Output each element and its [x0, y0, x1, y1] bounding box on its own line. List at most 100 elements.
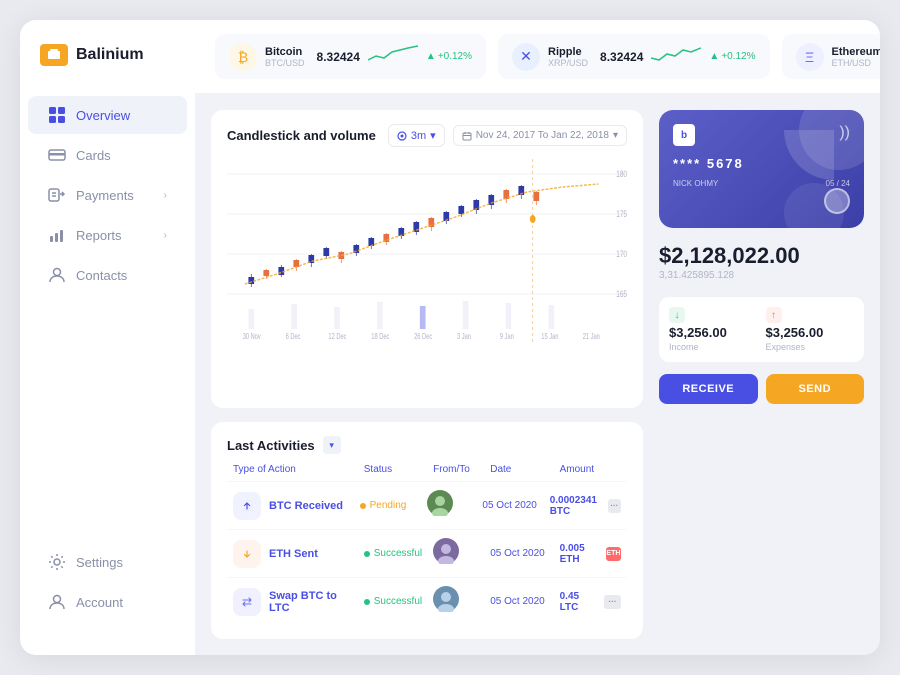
svg-text:12 Dec: 12 Dec	[328, 333, 347, 341]
amount-badge-2: ···	[604, 595, 621, 609]
sidebar-label-payments: Payments	[76, 188, 134, 203]
status-dot-0	[360, 503, 366, 509]
header: ₿ Bitcoin BTC/USD 8.32424 ▲ +0.12% ✕	[195, 20, 880, 94]
activities-header: Last Activities ▾	[227, 436, 627, 454]
status-2: Successful	[364, 596, 425, 607]
credit-card: b )) **** 5678 NICK OHMY 05 / 24	[659, 110, 864, 228]
table-row[interactable]: BTC Received Pending	[227, 481, 627, 529]
status-0: Pending	[360, 500, 419, 511]
btc-price: 8.32424	[317, 50, 360, 64]
fromto-2	[433, 586, 482, 617]
chevron-reports: ›	[164, 230, 167, 241]
nav-menu: Overview Cards Payments ›	[20, 94, 195, 541]
eth-info: Ethereum ETH/USD	[832, 46, 880, 68]
status-1: Successful	[364, 548, 425, 559]
btc-sub: BTC/USD	[265, 58, 305, 68]
amount-badge-1: ETH	[606, 547, 621, 561]
date-0: 05 Oct 2020	[482, 500, 541, 511]
chart-controls: 3m ▾ Nov 24, 2017 To Jan 22, 2018 ▾	[388, 124, 627, 147]
fromto-0	[427, 490, 474, 521]
balance-sub: 3,31.425895.128	[659, 270, 864, 281]
card-deco-3	[784, 130, 834, 180]
sidebar-label-account: Account	[76, 595, 123, 610]
table-row[interactable]: Swap BTC to LTC Successful	[227, 577, 627, 625]
btc-info: Bitcoin BTC/USD	[265, 46, 305, 68]
sidebar-item-overview[interactable]: Overview	[28, 96, 187, 134]
amount-text-2: 0.45 LTC	[560, 591, 598, 613]
date-range-text: Nov 24, 2017 To Jan 22, 2018	[476, 130, 609, 141]
chart-area: 180 175 170 165	[227, 159, 627, 344]
logo: Balinium	[20, 44, 195, 94]
sidebar-label-settings: Settings	[76, 555, 123, 570]
date-2: 05 Oct 2020	[490, 596, 551, 607]
xrp-icon: ✕	[512, 43, 540, 71]
sidebar-label-cards: Cards	[76, 148, 111, 163]
status-dot-2	[364, 599, 370, 605]
svg-text:3 Jan: 3 Jan	[457, 333, 471, 341]
svg-text:26 Dec: 26 Dec	[414, 333, 433, 341]
svg-text:6 Dec: 6 Dec	[286, 333, 301, 341]
btc-recv-icon	[233, 492, 261, 520]
logo-icon	[40, 44, 68, 66]
receive-button[interactable]: RECEIVE	[659, 374, 758, 404]
amount-1: 0.005 ETH ETH	[560, 543, 621, 565]
balance-section: $2,128,022.00 3,31.425895.128	[659, 240, 864, 285]
xrp-sparkline	[651, 42, 701, 71]
sidebar-item-account[interactable]: Account	[28, 583, 187, 621]
sidebar-label-overview: Overview	[76, 108, 130, 123]
eth-sent-icon	[233, 540, 261, 568]
activity-type-0: BTC Received	[233, 492, 352, 520]
ticker-ripple: ✕ Ripple XRP/USD 8.32424 ▲ +0.12%	[498, 34, 770, 79]
sidebar-item-settings[interactable]: Settings	[28, 543, 187, 581]
activities-title: Last Activities	[227, 438, 315, 453]
card-brand-logo: b	[673, 124, 695, 146]
main-content: ₿ Bitcoin BTC/USD 8.32424 ▲ +0.12% ✕	[195, 20, 880, 655]
eth-icon: Ξ	[796, 43, 824, 71]
status-text-1: Successful	[374, 548, 422, 559]
send-button[interactable]: SEND	[766, 374, 865, 404]
amount-text-0: 0.0002341 BTC	[550, 495, 602, 517]
sidebar-item-cards[interactable]: Cards	[28, 136, 187, 174]
status-text-2: Successful	[374, 596, 422, 607]
fromto-1	[433, 538, 482, 569]
amount-0: 0.0002341 BTC ···	[550, 495, 621, 517]
sidebar-item-reports[interactable]: Reports ›	[28, 216, 187, 254]
expense-stat: ↑ $3,256.00 Expenses	[766, 307, 855, 352]
amount-text-1: 0.005 ETH	[560, 543, 600, 565]
sidebar-item-payments[interactable]: Payments ›	[28, 176, 187, 214]
svg-text:165: 165	[616, 289, 627, 299]
eth-sub: ETH/USD	[832, 58, 880, 68]
content-area: Candlestick and volume 3m ▾ Nov 24, 2017…	[195, 94, 880, 655]
sidebar-item-contacts[interactable]: Contacts	[28, 256, 187, 294]
table-row[interactable]: ETH Sent Successful	[227, 529, 627, 577]
col-type: Type of Action	[233, 464, 356, 475]
swap-icon	[233, 588, 261, 616]
activity-name-1: ETH Sent	[269, 548, 318, 560]
col-status: Status	[364, 464, 425, 475]
col-date: Date	[490, 464, 551, 475]
xrp-change: ▲ +0.12%	[709, 51, 755, 62]
expense-value: $3,256.00	[766, 325, 855, 340]
btc-name: Bitcoin	[265, 46, 305, 58]
income-arrow-icon: ↓	[669, 307, 685, 323]
filter-button[interactable]: ▾	[323, 436, 341, 454]
timeframe-select[interactable]: 3m ▾	[388, 124, 445, 147]
svg-text:180: 180	[616, 169, 627, 179]
svg-text:30 Nov: 30 Nov	[243, 333, 262, 341]
contactless-icon: ))	[839, 124, 850, 142]
date-range-picker[interactable]: Nov 24, 2017 To Jan 22, 2018 ▾	[453, 125, 627, 146]
svg-text:170: 170	[616, 249, 627, 259]
xrp-info: Ripple XRP/USD	[548, 46, 588, 68]
eth-name: Ethereum	[832, 46, 880, 58]
svg-text:21 Jan: 21 Jan	[583, 333, 600, 341]
svg-text:18 Dec: 18 Dec	[371, 333, 390, 341]
col-amount: Amount	[560, 464, 621, 475]
amount-2: 0.45 LTC ···	[560, 591, 621, 613]
sidebar: Balinium Overview Cards	[20, 20, 195, 655]
balance-amount: $2,128,022.00	[659, 244, 864, 268]
svg-text:15 Jan: 15 Jan	[541, 333, 558, 341]
card-chip	[824, 188, 850, 214]
table-header: Type of Action Status From/To Date Amoun…	[227, 464, 627, 481]
xrp-sub: XRP/USD	[548, 58, 588, 68]
app-name: Balinium	[76, 46, 144, 64]
